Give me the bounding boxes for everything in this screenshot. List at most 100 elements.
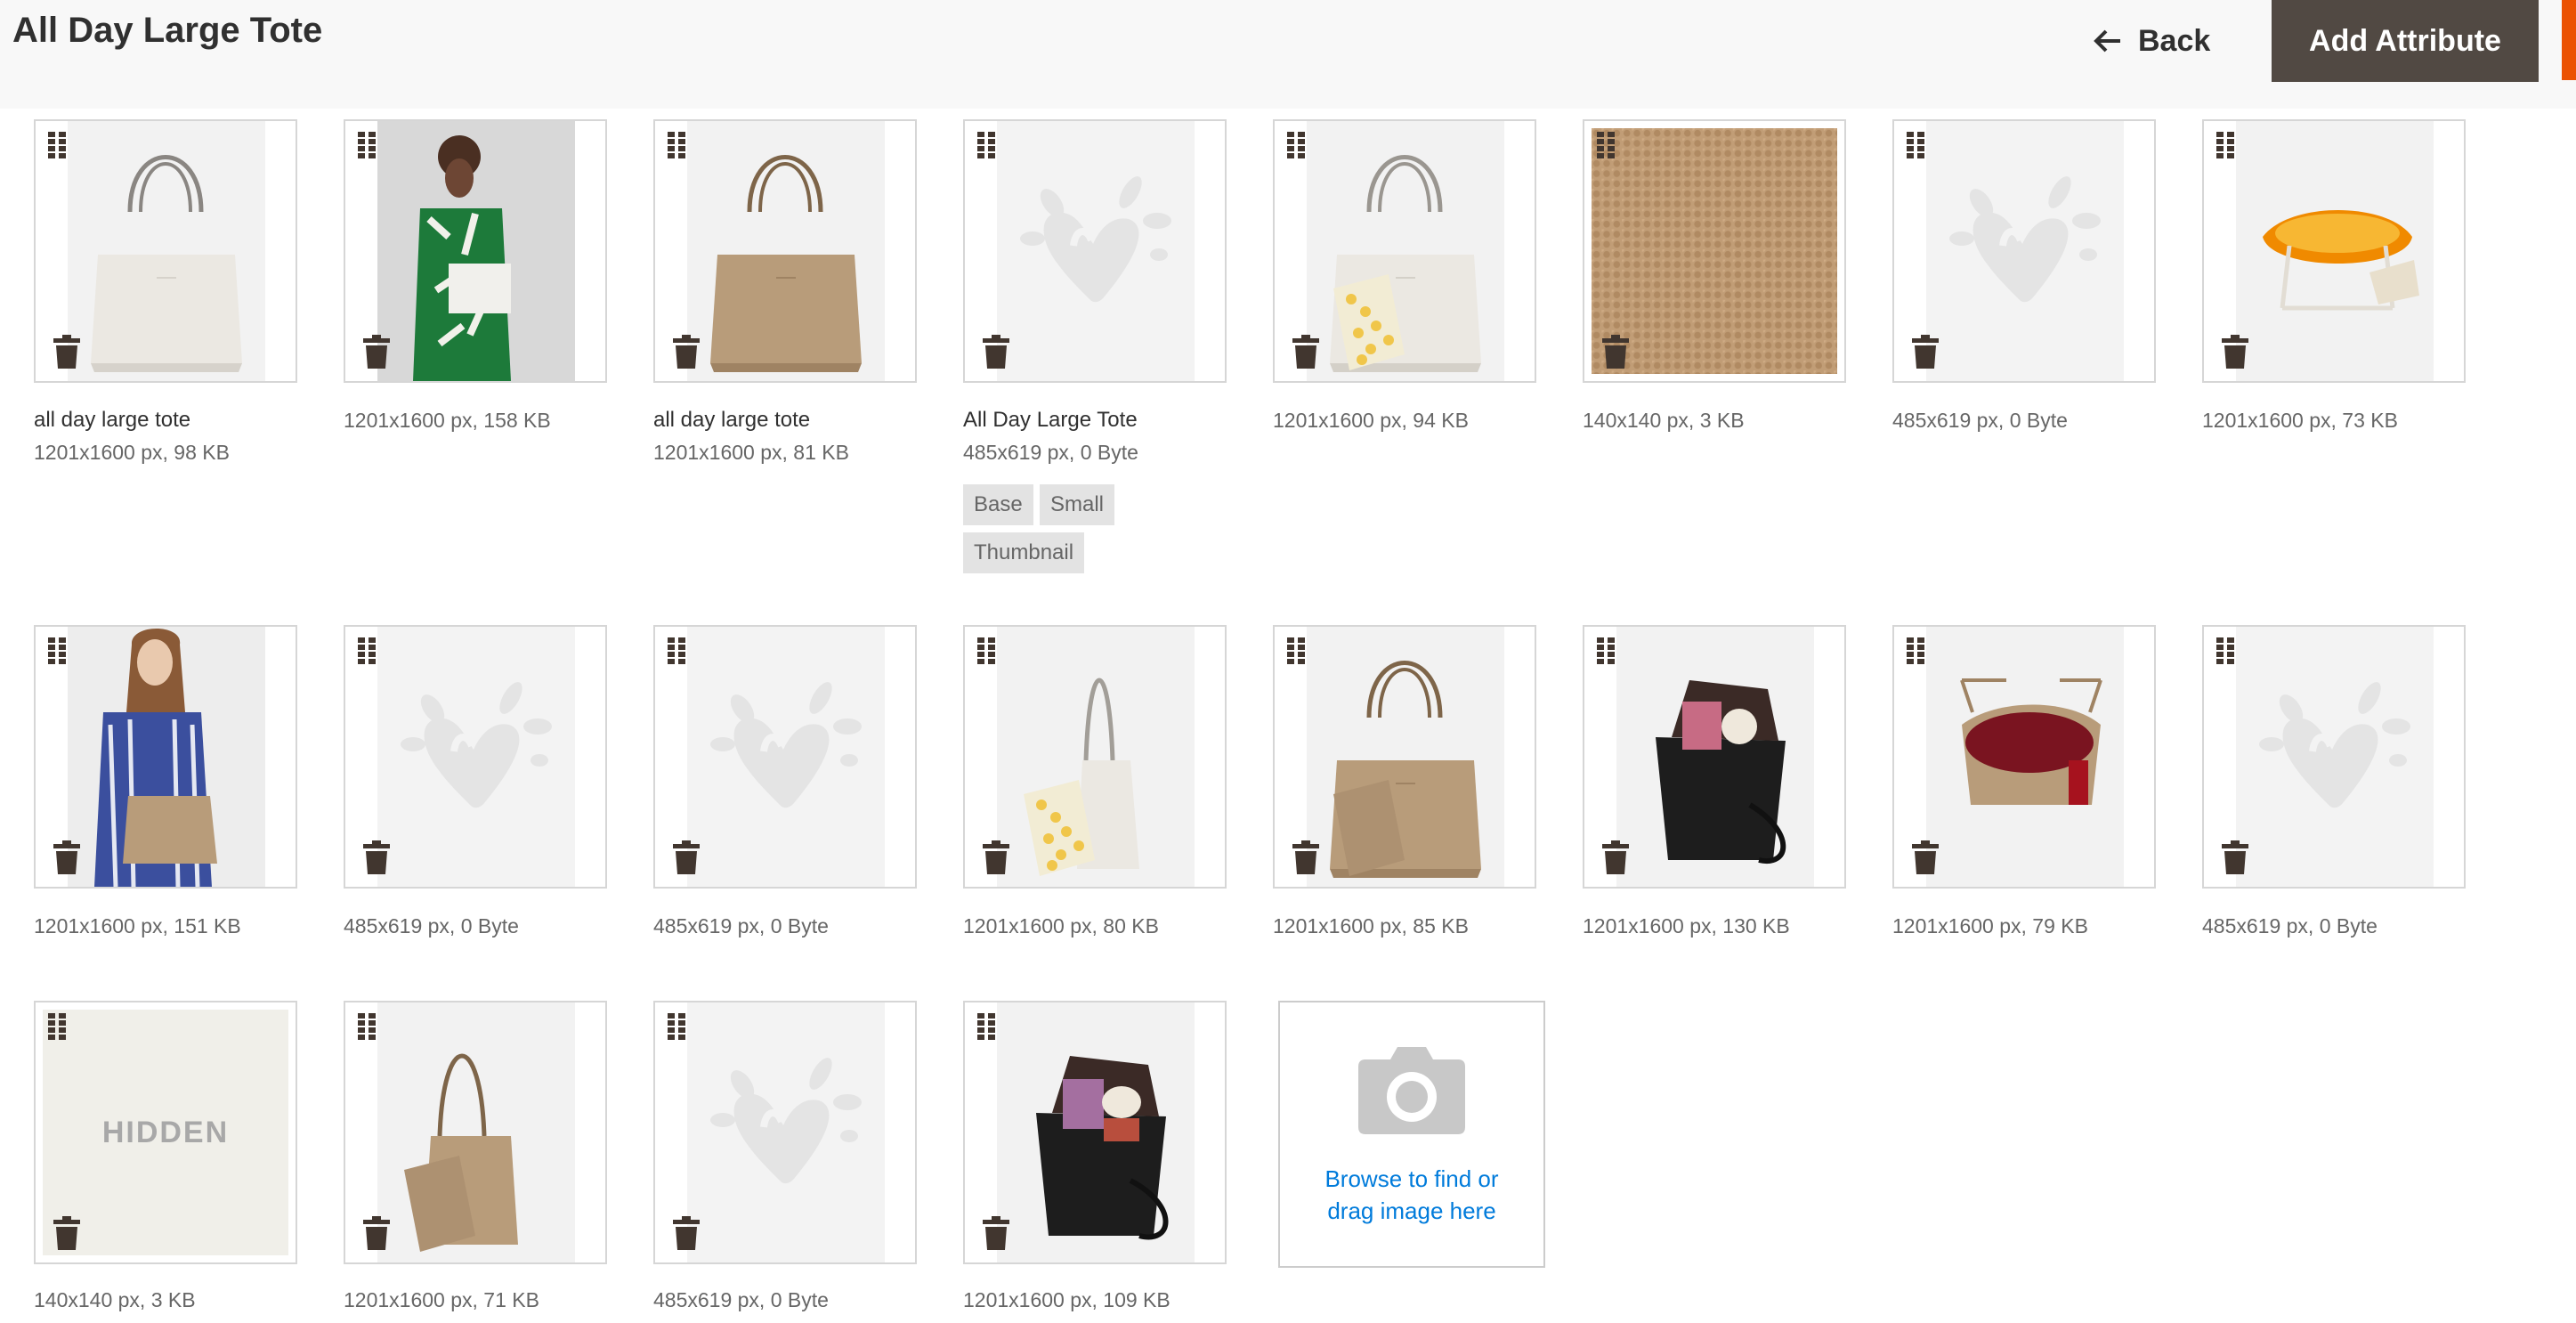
trash-icon[interactable]	[2222, 335, 2248, 369]
image-meta: 1201x1600 px, 98 KB	[34, 441, 230, 464]
image-meta: 485x619 px, 0 Byte	[2202, 914, 2378, 937]
trash-icon[interactable]	[983, 1216, 1009, 1250]
trash-icon[interactable]	[1602, 335, 1629, 369]
drag-handle-icon[interactable]	[358, 132, 376, 160]
drag-handle-icon[interactable]	[2216, 132, 2234, 160]
role-tag-base: Base	[963, 484, 1033, 525]
product-image	[68, 121, 265, 381]
drag-handle-icon[interactable]	[48, 132, 66, 160]
drag-handle-icon[interactable]	[48, 637, 66, 666]
upload-instructions-line-1: Browse to find or	[1324, 1165, 1499, 1192]
arrow-left-icon	[2094, 29, 2120, 53]
product-image	[997, 627, 1195, 887]
trash-icon[interactable]	[983, 335, 1009, 369]
image-meta: 485x619 px, 0 Byte	[653, 1288, 829, 1311]
image-meta: 1201x1600 px, 73 KB	[2202, 409, 2398, 432]
image-tile[interactable]	[2202, 119, 2466, 383]
drag-handle-icon[interactable]	[977, 132, 995, 160]
image-tile[interactable]	[34, 625, 297, 889]
trash-icon[interactable]	[983, 840, 1009, 874]
accent-edge	[2562, 0, 2576, 80]
image-tile[interactable]	[2202, 625, 2466, 889]
trash-icon[interactable]	[1292, 335, 1319, 369]
drag-handle-icon[interactable]	[1287, 637, 1305, 666]
trash-icon[interactable]	[363, 840, 390, 874]
image-meta: 1201x1600 px, 94 KB	[1273, 409, 1469, 432]
product-image	[687, 121, 885, 381]
image-tile[interactable]	[1583, 625, 1846, 889]
drag-handle-icon[interactable]	[1907, 132, 1924, 160]
drag-handle-icon[interactable]	[358, 637, 376, 666]
drag-handle-icon[interactable]	[1597, 637, 1615, 666]
trash-icon[interactable]	[2222, 840, 2248, 874]
image-meta: 1201x1600 px, 158 KB	[344, 409, 551, 432]
image-tile[interactable]	[1892, 119, 2156, 383]
image-tile[interactable]	[344, 625, 607, 889]
role-tag-small: Small	[1040, 484, 1115, 525]
drag-handle-icon[interactable]	[668, 132, 685, 160]
drag-handle-icon[interactable]	[668, 1013, 685, 1042]
image-tile[interactable]	[344, 1001, 607, 1264]
product-image	[687, 627, 885, 887]
role-tag-thumbnail: Thumbnail	[963, 532, 1085, 573]
image-tile[interactable]	[963, 119, 1227, 383]
drag-handle-icon[interactable]	[1287, 132, 1305, 160]
image-tile[interactable]	[34, 119, 297, 383]
image-meta: 1201x1600 px, 81 KB	[653, 441, 849, 464]
trash-icon[interactable]	[1912, 840, 1939, 874]
image-tile[interactable]	[653, 119, 917, 383]
back-button[interactable]: Back	[2094, 20, 2210, 62]
camera-icon	[1358, 1047, 1465, 1134]
product-image	[68, 627, 265, 887]
image-meta: 1201x1600 px, 85 KB	[1273, 914, 1469, 937]
image-tile[interactable]	[963, 625, 1227, 889]
image-tile[interactable]	[1273, 119, 1536, 383]
image-label: all day large tote	[34, 408, 191, 432]
image-tile[interactable]: HIDDEN	[34, 1001, 297, 1264]
drag-handle-icon[interactable]	[2216, 637, 2234, 666]
product-image	[377, 627, 575, 887]
image-tile[interactable]	[1273, 625, 1536, 889]
image-meta: 1201x1600 px, 130 KB	[1583, 914, 1790, 937]
add-attribute-button[interactable]: Add Attribute	[2272, 0, 2539, 82]
image-meta: 140x140 px, 3 KB	[1583, 409, 1745, 432]
product-image	[377, 121, 575, 381]
drag-handle-icon[interactable]	[977, 637, 995, 666]
image-upload-dropzone[interactable]: Browse to find or drag image here	[1278, 1001, 1545, 1268]
trash-icon[interactable]	[673, 335, 700, 369]
image-tile[interactable]	[1583, 119, 1846, 383]
image-meta: 485x619 px, 0 Byte	[963, 441, 1138, 464]
image-meta: 485x619 px, 0 Byte	[1892, 409, 2068, 432]
trash-icon[interactable]	[53, 840, 80, 874]
product-image	[997, 1002, 1195, 1262]
trash-icon[interactable]	[53, 1216, 80, 1250]
product-image	[1926, 121, 2124, 381]
trash-icon[interactable]	[1602, 840, 1629, 874]
image-label: All Day Large Tote	[963, 408, 1138, 432]
trash-icon[interactable]	[363, 335, 390, 369]
image-tile[interactable]	[963, 1001, 1227, 1264]
image-tile[interactable]	[1892, 625, 2156, 889]
trash-icon[interactable]	[1292, 840, 1319, 874]
trash-icon[interactable]	[1912, 335, 1939, 369]
drag-handle-icon[interactable]	[48, 1013, 66, 1042]
trash-icon[interactable]	[53, 335, 80, 369]
image-tile[interactable]	[653, 625, 917, 889]
trash-icon[interactable]	[673, 840, 700, 874]
upload-instructions[interactable]: Browse to find or drag image here	[1280, 1163, 1543, 1227]
image-tile[interactable]	[653, 1001, 917, 1264]
drag-handle-icon[interactable]	[358, 1013, 376, 1042]
drag-handle-icon[interactable]	[1907, 637, 1924, 666]
product-image	[687, 1002, 885, 1262]
product-image	[377, 1002, 575, 1262]
back-button-label: Back	[2138, 23, 2211, 58]
drag-handle-icon[interactable]	[668, 637, 685, 666]
drag-handle-icon[interactable]	[977, 1013, 995, 1042]
image-meta: 1201x1600 px, 80 KB	[963, 914, 1159, 937]
product-image	[997, 121, 1195, 381]
trash-icon[interactable]	[363, 1216, 390, 1250]
drag-handle-icon[interactable]	[1597, 132, 1615, 160]
image-tile[interactable]	[344, 119, 607, 383]
image-meta: 485x619 px, 0 Byte	[344, 914, 519, 937]
trash-icon[interactable]	[673, 1216, 700, 1250]
